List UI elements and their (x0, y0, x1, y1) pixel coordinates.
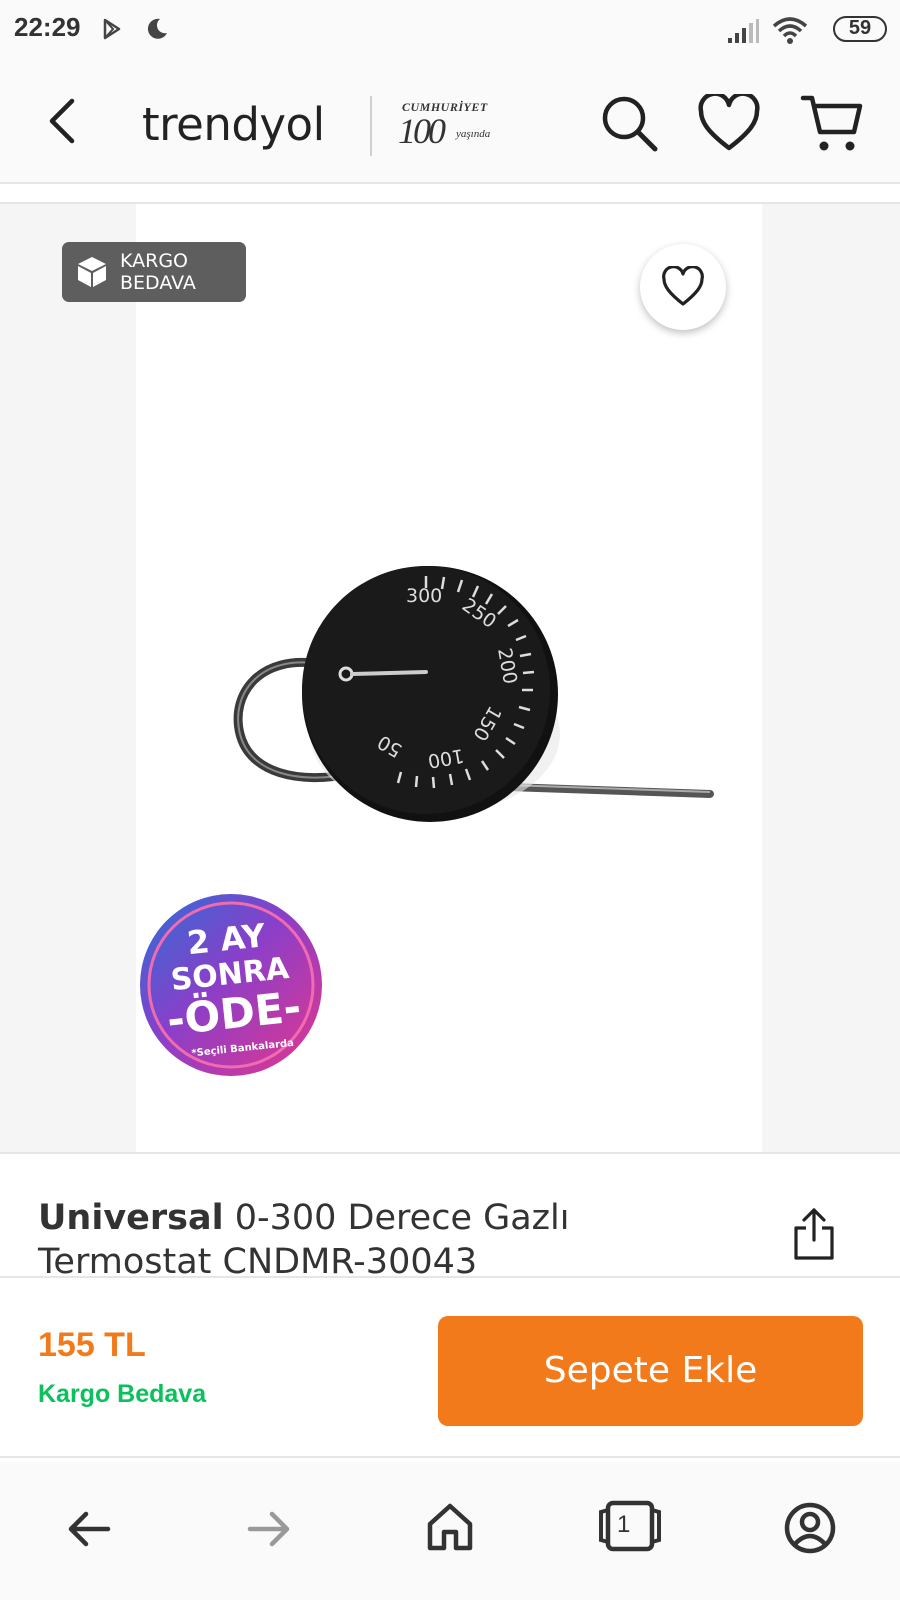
forward-icon[interactable] (246, 1506, 292, 1556)
search-icon[interactable] (600, 94, 660, 158)
app-header: trendyol CUMHURİYET 100 yaşında (0, 60, 900, 184)
badge-line-1: KARGO (120, 250, 189, 272)
status-time: 22:29 (14, 12, 81, 42)
dial-label-300: 300 (406, 585, 442, 607)
cart-icon[interactable] (800, 92, 864, 158)
signal-icon (726, 18, 760, 48)
status-bar: 22:29 59 (0, 0, 900, 60)
back-arrow-icon[interactable] (44, 98, 80, 148)
wifi-icon (772, 16, 808, 48)
add-to-favorites-button[interactable] (640, 244, 726, 330)
trendyol-logo[interactable]: trendyol (142, 98, 325, 151)
tab-count: 1 (617, 1511, 631, 1538)
browser-bottom-nav: 1 (0, 1462, 900, 1600)
product-price: 155 TL (38, 1326, 146, 1364)
back-icon[interactable] (66, 1506, 112, 1556)
free-shipping-badge: KARGO BEDAVA (62, 242, 246, 302)
heart-icon[interactable] (698, 91, 760, 156)
add-to-cart-button[interactable]: Sepete Ekle (438, 1316, 863, 1426)
moon-icon (144, 16, 170, 46)
play-store-icon (102, 18, 122, 44)
product-brand[interactable]: Universal (38, 1198, 224, 1238)
shipping-label: Kargo Bedava (38, 1380, 207, 1408)
badge-line-2: BEDAVA (120, 272, 196, 294)
profile-icon[interactable] (784, 1502, 836, 1558)
logo-divider (370, 96, 372, 156)
cumhuriyet-100-logo: CUMHURİYET 100 yaşında (398, 100, 491, 151)
product-title-area: Universal 0-300 Derece Gazlı Termostat C… (0, 1152, 900, 1282)
box-icon (76, 255, 108, 293)
product-title: Universal 0-300 Derece Gazlı Termostat C… (38, 1196, 738, 1284)
thermostat-product-photo: 300 250 200 150 100 50 (233, 566, 714, 822)
battery-icon: 59 (833, 16, 887, 42)
pay-later-promo-badge: 2 AY SONRA -ÖDE- *Seçili Bankalarda (140, 894, 322, 1076)
share-icon[interactable] (792, 1206, 836, 1266)
product-gallery[interactable]: KARGO BEDAVA 300 250 200 150 100 50 2 AY… (0, 202, 900, 1154)
purchase-bar: 155 TL Kargo Bedava Sepete Ekle (0, 1276, 900, 1458)
home-icon[interactable] (426, 1502, 474, 1556)
heart-outline-icon (662, 266, 704, 306)
